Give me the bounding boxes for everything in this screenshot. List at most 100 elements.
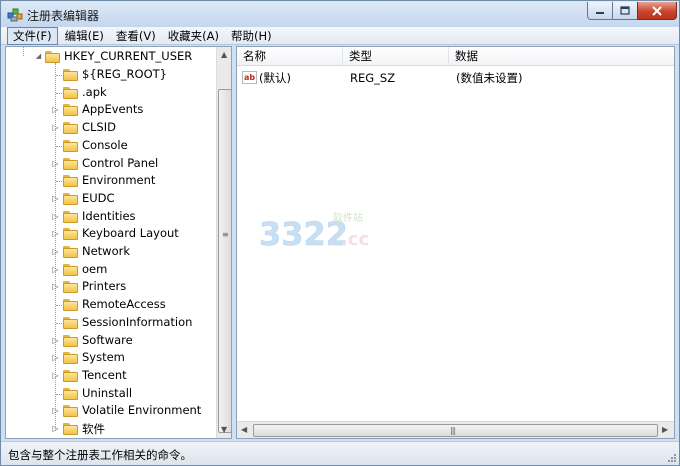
tree-item[interactable]: ▷ Control Panel [6,155,216,172]
tree-vertical-scrollbar[interactable]: ▲ ≡ ▼ [216,47,231,438]
value-name: (默认) [259,71,291,85]
tree-item[interactable]: Uninstall [6,385,216,402]
close-button[interactable] [637,2,677,20]
regedit-app-icon [7,8,23,22]
expand-arrow-icon[interactable]: ▷ [52,371,59,379]
window-title: 注册表编辑器 [27,9,100,23]
tree-root-node[interactable]: ◢ HKEY_CURRENT_USER [6,48,216,66]
expand-arrow-icon[interactable]: ▷ [52,354,59,362]
tree-item-label: CLSID [82,120,116,135]
collapse-arrow-icon[interactable]: ◢ [35,53,42,60]
tree-item[interactable]: ▷ Identities [6,208,216,225]
scroll-up-icon[interactable]: ▲ [221,50,227,59]
folder-icon [63,139,78,152]
tree-item-label: Environment [82,173,156,188]
menu-help[interactable]: 帮助(H) [226,28,277,44]
tree-item[interactable]: ▷ AppEvents [6,101,216,118]
resize-grip-icon[interactable] [666,452,677,463]
scroll-left-icon[interactable]: ◀ [241,425,247,434]
tree-item[interactable]: ▷ Keyboard Layout [6,225,216,242]
close-icon [652,5,662,16]
grip-icon: ||| [450,426,456,435]
tree-item[interactable]: SessionInformation [6,314,216,331]
tree-item[interactable]: ▷ Printers [6,278,216,295]
tree-item[interactable]: ▷ 软件 [6,420,216,437]
folder-icon [63,334,78,347]
tree-item-label: EUDC [82,190,115,205]
key-tree-pane[interactable]: ◢ HKEY_CURRENT_USER ${REG_ROOT} .apk ▷ AppE… [5,46,232,439]
scroll-down-icon[interactable]: ▼ [221,425,227,434]
folder-icon [63,299,78,312]
folder-icon [63,352,78,365]
tree-item-label: Identities [82,208,136,223]
maximize-icon [620,6,630,15]
tree-item[interactable]: ▷ oem [6,261,216,278]
minimize-button[interactable] [587,2,613,20]
tree-item[interactable]: RemoteAccess [6,296,216,313]
tree-item[interactable]: ▷ Volatile Environment [6,402,216,419]
tree-item[interactable]: ▷ EUDC [6,190,216,207]
tree-item[interactable]: ▷ Network [6,243,216,260]
svg-text:软件站: 软件站 [333,211,363,224]
tree-item[interactable]: ▷ System [6,349,216,366]
folder-icon [63,228,78,241]
folder-icon [63,263,78,276]
tree-item-label: .apk [82,84,107,99]
tree-item-label: Software [82,332,133,347]
value-data: (数值未设置) [456,71,523,85]
expand-arrow-icon[interactable]: ▷ [52,230,59,238]
folder-icon [63,157,78,170]
maximize-button[interactable] [612,2,638,20]
tree-item[interactable]: .apk [6,84,216,101]
regedit-window: 注册表编辑器 文件(F) 编辑(E) 查看(V) 收藏夹(A) 帮助(H) ◢ … [0,0,680,466]
expand-arrow-icon[interactable]: ▷ [52,106,59,114]
folder-icon [63,122,78,135]
status-bar: 包含与整个注册表工作相关的命令。 [1,441,679,465]
list-row[interactable]: ab (默认) REG_SZ (数值未设置) [237,69,674,87]
tree-item-label: ${REG_ROOT} [82,67,167,81]
tree-item-label: Console [82,137,128,152]
expand-arrow-icon[interactable]: ▷ [52,212,59,220]
list-horizontal-scrollbar[interactable]: ◀ ||| ▶ [237,421,674,438]
expand-arrow-icon[interactable]: ▷ [52,265,59,273]
expand-arrow-icon[interactable]: ▷ [52,283,59,291]
tree-scroll-thumb[interactable]: ≡ [218,89,231,433]
grip-icon: ≡ [222,230,229,239]
tree-item-label: Printers [82,279,127,294]
tree-item[interactable]: ▷ Software [6,332,216,349]
folder-icon [63,104,78,117]
tree-item-label: 软件 [82,422,105,436]
list-header: 名称 类型 数据 [237,47,674,66]
column-header-name[interactable]: 名称 [237,47,343,66]
expand-arrow-icon[interactable]: ▷ [52,194,59,202]
minimize-icon [596,11,604,14]
folder-icon [63,369,78,382]
tree-item[interactable]: ${REG_ROOT} [6,66,216,83]
tree-item[interactable]: Environment [6,172,216,189]
scroll-right-icon[interactable]: ▶ [662,425,668,434]
menu-file[interactable]: 文件(F) [7,26,58,45]
tree-item[interactable]: ▷ CLSID [6,119,216,136]
tree-root-label: HKEY_CURRENT_USER [64,49,193,63]
tree-item[interactable]: Console [6,137,216,154]
tree-item-label: AppEvents [82,102,144,117]
expand-arrow-icon[interactable]: ▷ [52,124,59,132]
tree-item-label: Uninstall [82,385,133,400]
folder-icon [63,387,78,400]
menu-view[interactable]: 查看(V) [111,28,161,44]
list-scroll-thumb[interactable]: ||| [253,424,658,437]
expand-arrow-icon[interactable]: ▷ [52,248,59,256]
value-list-pane[interactable]: 名称 类型 数据 ab (默认) REG_SZ (数值未设置) 3322 .cc… [236,46,675,439]
title-bar[interactable]: 注册表编辑器 [1,1,679,27]
tree-item[interactable]: ▷ Tencent [6,367,216,384]
expand-arrow-icon[interactable]: ▷ [52,159,59,167]
expand-arrow-icon[interactable]: ▷ [52,336,59,344]
expand-arrow-icon[interactable]: ▷ [52,407,59,415]
menu-favorites[interactable]: 收藏夹(A) [163,28,224,44]
tree-item-label: Volatile Environment [82,403,202,418]
column-header-data[interactable]: 数据 [449,47,674,66]
expand-arrow-icon[interactable]: ▷ [52,425,59,433]
menu-edit[interactable]: 编辑(E) [60,28,109,44]
column-header-type[interactable]: 类型 [343,47,449,66]
tree-item-label: oem [82,261,108,276]
